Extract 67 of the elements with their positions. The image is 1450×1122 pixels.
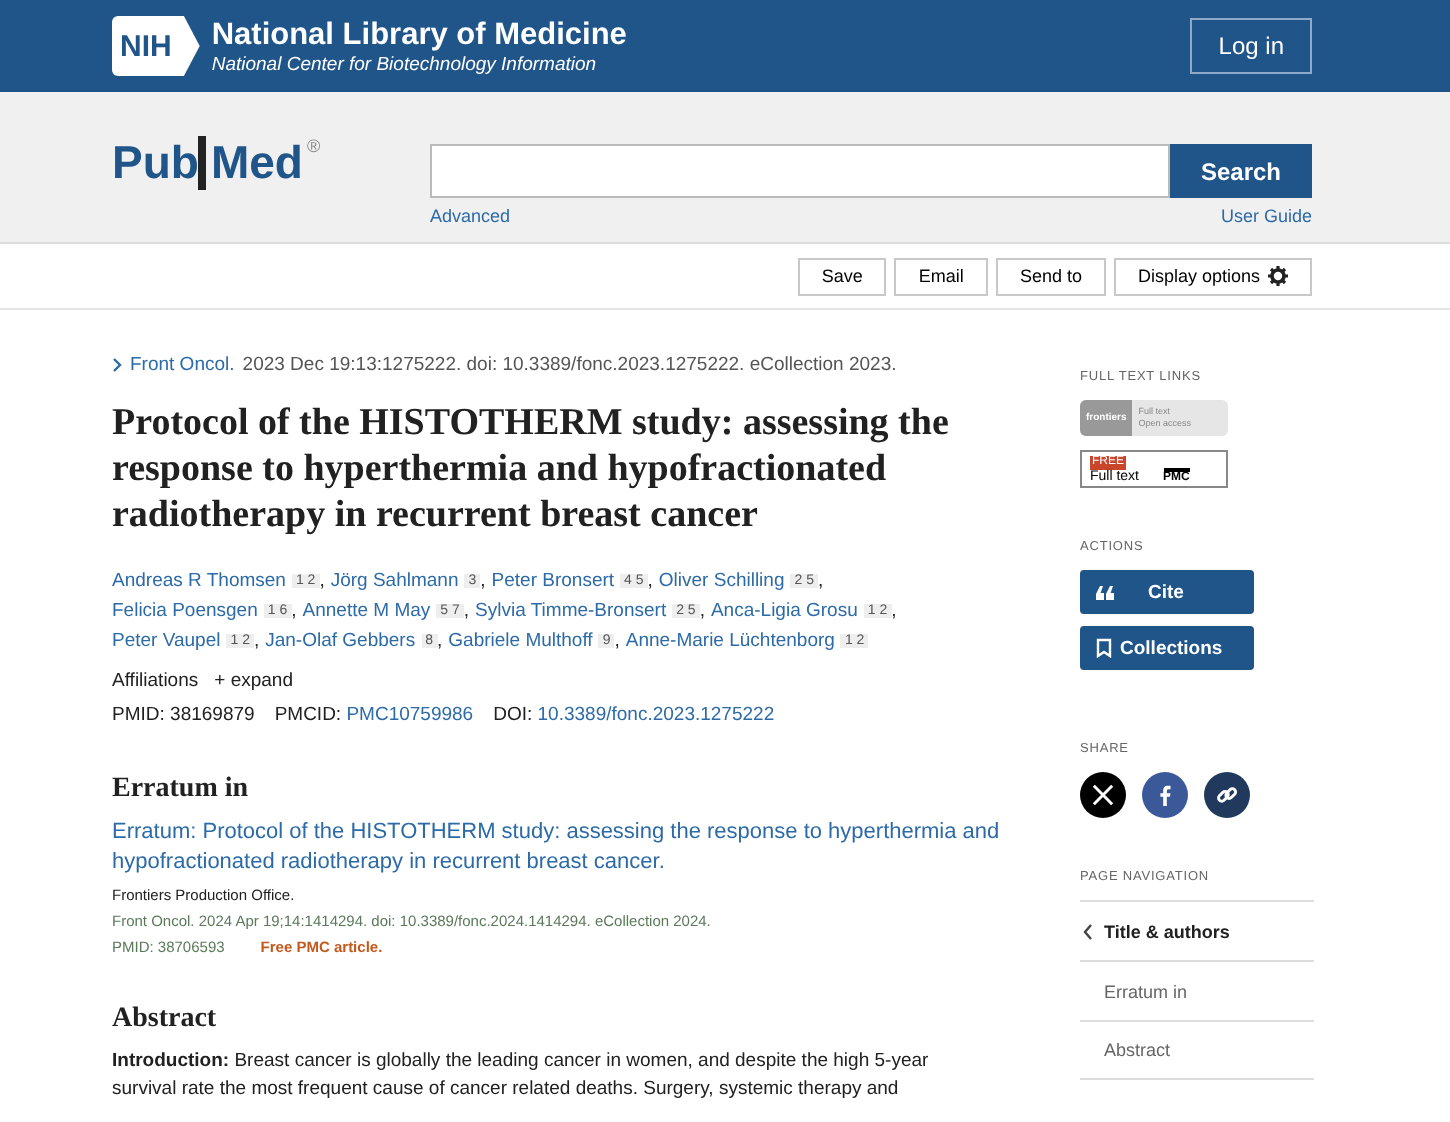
brand-subtitle: National Center for Biotechnology Information [211,53,599,75]
chevron-left-icon [1080,923,1096,939]
collections-button[interactable]: Collections [1080,626,1254,670]
author-link[interactable]: Felicia Poensgen [112,600,258,622]
journal-link[interactable]: Front Oncol. [130,354,235,376]
section-heading: Erratum in [112,774,251,806]
author-link[interactable]: Andreas R Thomsen [112,570,286,592]
share-button[interactable] [1142,772,1188,818]
id-label: DOI: [493,704,533,726]
author-link[interactable]: Peter Vaupel [112,630,221,652]
separator: , [437,630,443,652]
link-icon [1216,784,1238,806]
toolbar-button[interactable]: Save [797,257,887,295]
share-button[interactable] [1204,772,1250,818]
citation-details: 2023 Dec 19:13:1275222. doi: 10.3389/fonc.2023.1275222. eCollection 2023. [242,354,897,376]
author-link[interactable]: Sylvia Timme-Bronsert [475,600,667,622]
cite-button[interactable]: Cite [1080,570,1254,614]
separator: , [480,570,486,592]
bookmark-icon [1096,638,1112,658]
advanced-link[interactable]: Advanced [430,206,511,226]
toolbar-button[interactable]: Email [894,257,988,295]
separator: , [817,570,824,592]
separator: , [291,600,297,622]
page-nav-link[interactable]: Erratum in [1080,960,1314,1020]
author-link[interactable]: Jörg Sahlmann [330,570,459,592]
author-link[interactable]: Anne-Marie Lüchtenborg [625,630,835,652]
user-guide-link[interactable]: User Guide [1220,206,1312,226]
quote-icon [1096,585,1114,599]
author-link[interactable]: Gabriele Multhoff [448,630,593,652]
facebook-icon [1158,784,1172,806]
share-button[interactable] [1080,772,1126,818]
author-link[interactable]: Peter Bronsert [491,570,615,592]
id-link[interactable]: 10.3389/fonc.2023.1275222 [537,704,775,726]
separator: , [253,630,260,652]
search-field[interactable] [430,144,1170,198]
brand-title: National Library of Medicine [211,17,627,53]
nih-logo: NIH [112,16,200,76]
section-heading: Abstract [112,1004,219,1036]
search-button[interactable]: Search [1170,144,1312,198]
id-value: 38169879 [170,704,255,726]
author-link[interactable]: Anca-Ligia Grosu [710,600,858,622]
toolbar-button[interactable]: Send to [995,257,1106,295]
abstract-text: Introduction: Breast cancer is globally the leading cancer in women, and despite the high 5-year survival rate the most frequent cause of cancer related deaths. Surgery, systemic therapy and [112,1048,931,1104]
toolbar-button[interactable]: Display options [1113,257,1312,295]
affiliations-label: Affiliations [112,670,199,692]
author-link[interactable]: Jan-Olaf Gebbers [265,630,416,652]
id-label: PMID: [112,704,165,726]
separator: , [891,600,897,622]
page-nav-link[interactable]: Title & authors [1080,900,1314,960]
separator: , [463,600,470,622]
page-nav-link[interactable]: Abstract [1080,1020,1314,1080]
pubmed-logo: Pub Med® [112,136,323,190]
login-button[interactable]: Log in [1190,18,1312,74]
author-link[interactable]: Oliver Schilling [658,570,785,592]
id-link[interactable]: PMC10759986 [346,704,474,726]
article-title: Protocol of the HISTOTHERM study: assessing the response to hyperthermia and hypofractionated radiotherapy in recurrent breast cancer [112,400,951,538]
id-label: PMCID: [274,704,342,726]
erratum-link[interactable]: Erratum: Protocol of the HISTOTHERM study: assessing the response to hyperthermia and hypofractionated radiotherapy in recurrent breast cancer. [112,818,1012,878]
author-link[interactable]: Annette M May [302,600,431,622]
x-icon [1092,784,1114,806]
separator: , [647,570,653,592]
gear-icon [1268,266,1288,286]
expand-link[interactable]: + expand [214,670,293,692]
separator: , [699,600,705,622]
separator: , [319,570,325,592]
separator: , [614,630,620,652]
chevron-icon [112,358,122,372]
